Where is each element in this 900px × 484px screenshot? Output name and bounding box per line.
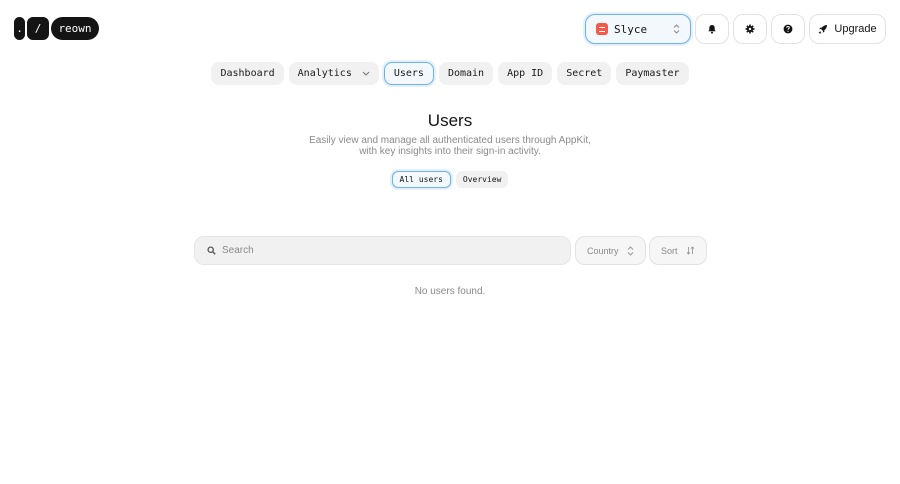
search-input[interactable] [222,245,542,256]
project-name: Slyce [614,22,648,36]
upgrade-button[interactable]: Upgrade [809,14,886,44]
tab-label: Paymaster [625,68,680,79]
tab-label: App ID [507,68,544,79]
tab-app-id[interactable]: App ID [498,62,553,85]
settings-button[interactable] [733,14,767,44]
tab-analytics[interactable]: Analytics [288,62,379,85]
subtab-label: All users [399,175,443,184]
logo-dot: . [14,17,25,40]
sort-arrows-icon [686,246,695,255]
sort-select[interactable]: Sort [649,236,707,265]
gear-icon [745,24,755,34]
users-subtabs: All users Overview [0,171,900,188]
chevron-updown-icon [627,245,634,256]
tab-label: Dashboard [220,68,275,79]
main-nav-tabs: Dashboard Analytics Users Domain App ID … [0,62,900,85]
reown-logo[interactable]: . / reown [14,17,99,40]
notifications-button[interactable] [695,14,729,44]
country-label: Country [587,245,619,256]
chevron-down-icon [362,71,370,76]
tab-domain[interactable]: Domain [438,62,494,85]
page-title: Users [427,111,473,130]
search-icon [207,246,216,255]
tab-dashboard[interactable]: Dashboard [211,62,284,85]
header-actions: Slyce Upgrade [585,14,886,44]
tab-label: Secret [566,68,603,79]
empty-state: No users found. [414,286,486,297]
tab-secret[interactable]: Secret [557,62,612,85]
subtab-all-users[interactable]: All users [391,171,451,188]
page-subtitle: Easily view and manage all authenticated… [309,135,591,157]
upgrade-label: Upgrade [834,23,877,35]
subtab-overview[interactable]: Overview [455,171,509,188]
subtab-label: Overview [462,175,502,184]
tab-label: Analytics [297,68,352,79]
tab-paymaster[interactable]: Paymaster [616,62,689,85]
tab-label: Domain [447,68,485,79]
bell-icon [707,24,717,34]
help-button[interactable] [771,14,805,44]
rocket-icon [818,24,828,34]
country-select[interactable]: Country [575,236,646,265]
search-box[interactable] [194,236,571,265]
logo-wordmark: reown [51,17,99,40]
logo-slash: / [27,17,49,40]
project-selector[interactable]: Slyce [585,14,691,44]
help-icon [783,24,793,34]
sort-label: Sort [661,245,678,256]
chevron-updown-icon [673,24,680,34]
project-icon [596,23,608,35]
tab-users[interactable]: Users [383,62,434,85]
tab-label: Users [393,68,424,79]
